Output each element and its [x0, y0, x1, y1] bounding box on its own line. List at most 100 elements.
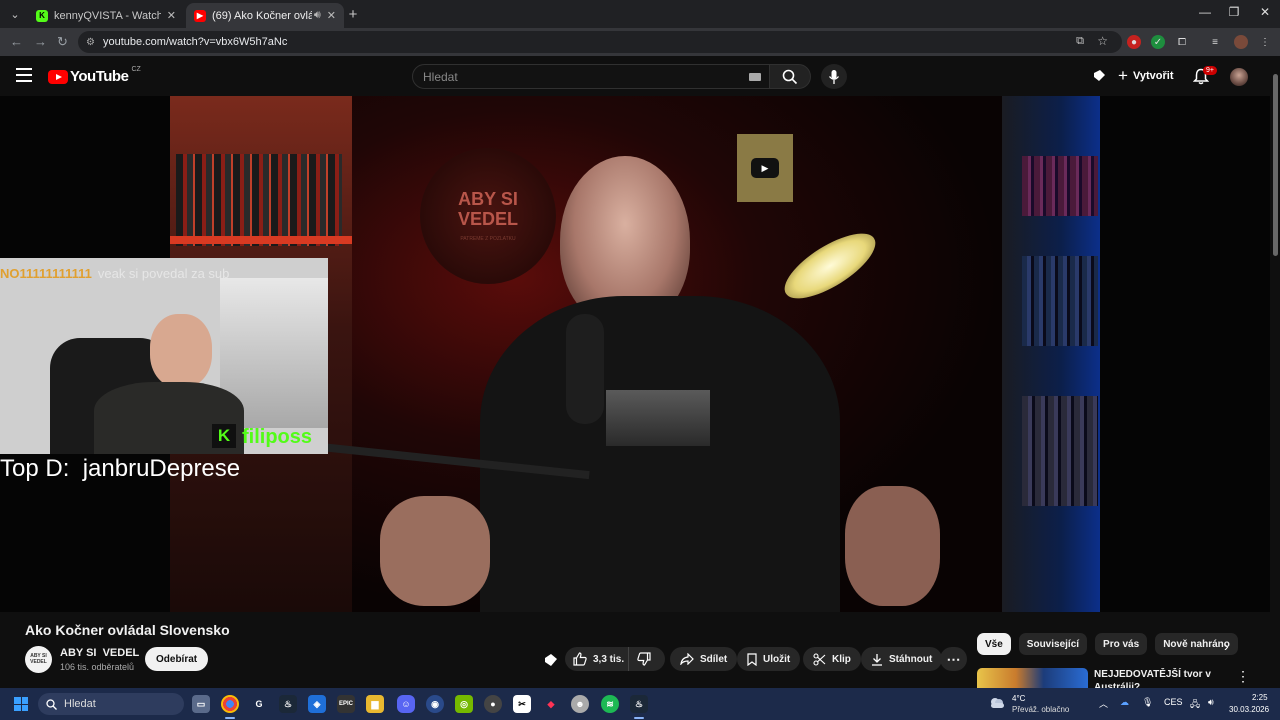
download-button[interactable]: Stáhnout: [861, 647, 943, 671]
steam-icon[interactable]: ♨: [279, 695, 297, 713]
like-button[interactable]: 3,3 tis.: [565, 647, 629, 671]
app-red-icon[interactable]: ◆: [542, 695, 560, 713]
wall-logo-text: ABY SI VEDEL: [457, 189, 518, 229]
windows-start-icon[interactable]: [14, 697, 28, 711]
windows-taskbar: Hledat ▭ G ♨ ◈ EPIC ▆ ☺ ◉ ◎ ● ✂ ◆ ☻ ≋ ♨: [0, 688, 1280, 720]
keyboard-icon[interactable]: [749, 73, 761, 81]
create-button[interactable]: + Vytvořit: [1118, 66, 1173, 86]
clip-button[interactable]: Klip: [803, 647, 861, 671]
network-icon[interactable]: 🖧︎: [1190, 697, 1200, 713]
recommended-more-icon[interactable]: ⋮: [1236, 668, 1250, 685]
wall-logo: ABY SI VEDEL PATREME Z POZLATKU: [420, 148, 556, 284]
search-button[interactable]: [769, 64, 811, 89]
new-tab-button[interactable]: +: [342, 4, 364, 24]
share-button[interactable]: Sdílet: [670, 647, 738, 671]
books-blue-row: [1022, 256, 1098, 346]
youtube-icon: ▶: [194, 9, 206, 22]
steam-client-icon[interactable]: ♨: [630, 695, 648, 713]
channel-name[interactable]: ABY SI VEDEL: [60, 647, 139, 659]
channel-avatar[interactable]: ABY SI VEDEL: [25, 646, 52, 673]
menu-dots-icon[interactable]: ⋮: [1258, 35, 1272, 49]
app-gray-icon[interactable]: ☻: [571, 695, 589, 713]
recommended-video-thumbnail[interactable]: [977, 668, 1088, 688]
close-icon[interactable]: ✕: [327, 9, 336, 22]
obs-icon[interactable]: ●: [484, 695, 502, 713]
kick-icon: K: [36, 9, 48, 22]
back-icon[interactable]: ←: [10, 34, 23, 49]
tray-chevron-icon[interactable]: ︿: [1099, 697, 1108, 710]
voice-search-button[interactable]: [821, 64, 847, 89]
country-code: CZ: [131, 66, 141, 73]
create-label: Vytvořit: [1132, 70, 1174, 82]
install-app-icon[interactable]: ⧉: [1076, 35, 1084, 48]
reading-list-icon[interactable]: ≡: [1208, 35, 1222, 49]
address-bar[interactable]: ⚙ youtube.com/watch?v=vbx6W5h7aNc ⧉ ☆: [78, 31, 1122, 53]
extension-shield-icon[interactable]: ✓: [1151, 35, 1165, 49]
chrome-icon[interactable]: [221, 695, 239, 713]
dislike-button[interactable]: [629, 647, 665, 671]
youtube-logo-text: YouTube: [70, 68, 129, 85]
presenter-left-hand: [380, 496, 490, 606]
clock-time[interactable]: 2:25: [1252, 693, 1268, 702]
app-icon[interactable]: ◉: [426, 695, 444, 713]
nvidia-icon[interactable]: ◎: [455, 695, 473, 713]
recommended-video-title[interactable]: NEJJEDOVATĚJŠÍ tvor v Austrálii?: [1094, 668, 1214, 688]
scrollbar-thumb[interactable]: [1273, 74, 1278, 256]
battle-net-icon[interactable]: ◈: [308, 695, 326, 713]
search-input[interactable]: Hledat: [412, 64, 770, 89]
chip-all[interactable]: Vše: [977, 633, 1011, 655]
volume-icon[interactable]: 🔊︎: [1208, 697, 1214, 708]
close-icon[interactable]: ✕: [167, 9, 176, 22]
file-explorer-icon[interactable]: ▆: [366, 695, 384, 713]
epic-games-icon[interactable]: EPIC: [337, 695, 355, 713]
onedrive-icon[interactable]: ☁: [1120, 697, 1129, 708]
search-icon: [46, 698, 57, 710]
tab-title: kennyQVISTA - Watch the VOD: [54, 9, 161, 22]
weather-description: Převáž. oblačno: [1012, 705, 1070, 714]
video-player[interactable]: ABY SI VEDEL PATREME Z POZLATKU ▶ NO1111…: [0, 96, 1270, 612]
minimize-icon[interactable]: —: [1190, 5, 1220, 19]
profile-icon[interactable]: [1234, 35, 1248, 49]
presenter-shirt: [480, 296, 840, 612]
extensions-puzzle-icon[interactable]: ⧠: [1175, 35, 1189, 49]
site-info-icon[interactable]: ⚙: [86, 37, 95, 48]
tab-kick-vod[interactable]: K kennyQVISTA - Watch the VOD ✕: [28, 3, 184, 28]
speaker-icon[interactable]: 🔊︎: [314, 9, 321, 22]
hype-icon[interactable]: [543, 652, 559, 673]
tab-search-icon[interactable]: ⌄: [4, 4, 26, 24]
chat-username: NO11111111111: [0, 266, 92, 281]
subscribe-button[interactable]: Odebírat: [145, 647, 209, 671]
weather-temperature: 4°C: [1012, 694, 1026, 703]
books-blue-row: [1022, 156, 1098, 216]
chip-related[interactable]: Související: [1018, 633, 1088, 655]
account-avatar[interactable]: [1230, 68, 1248, 86]
live-dots-icon[interactable]: [1092, 68, 1107, 88]
task-view-icon[interactable]: ▭: [192, 695, 210, 713]
chevron-right-icon[interactable]: ›: [1224, 638, 1229, 654]
bookmark-star-icon[interactable]: ☆: [1097, 34, 1108, 48]
youtube-logo[interactable]: YouTube CZ: [48, 66, 141, 85]
kick-logo-icon: K: [212, 424, 236, 448]
top-donor-overlay: Top D: janbruDeprese: [0, 455, 241, 482]
cloudy-weather-icon[interactable]: [988, 695, 1006, 709]
more-actions-icon[interactable]: ⋯: [940, 647, 967, 671]
chip-for-you[interactable]: Pro vás: [1095, 633, 1148, 655]
menu-icon[interactable]: [16, 68, 32, 82]
g-hub-icon[interactable]: G: [250, 695, 268, 713]
capcut-icon[interactable]: ✂: [513, 695, 531, 713]
spotify-icon[interactable]: ≋: [601, 695, 619, 713]
keyboard-language[interactable]: CES: [1164, 697, 1183, 707]
extension-icon[interactable]: ●: [1127, 35, 1141, 49]
shelf-edge: [170, 236, 352, 244]
taskbar-search[interactable]: Hledat: [38, 693, 184, 715]
clock-date[interactable]: 30.03.2026: [1229, 705, 1269, 714]
forward-icon[interactable]: →: [34, 34, 47, 49]
discord-icon[interactable]: ☺: [397, 695, 415, 713]
window-close-icon[interactable]: ✕: [1250, 5, 1280, 19]
save-button[interactable]: Uložit: [737, 647, 801, 671]
tab-youtube-video[interactable]: ▶ (69) Ako Kočner ovládal Slo 🔊︎ ✕: [186, 3, 344, 28]
reload-icon[interactable]: ↻: [57, 34, 68, 50]
maximize-icon[interactable]: ❐: [1219, 5, 1249, 19]
microphone-tray-icon[interactable]: 🎙︎: [1142, 697, 1153, 708]
presenter-right-hand: [845, 486, 940, 606]
